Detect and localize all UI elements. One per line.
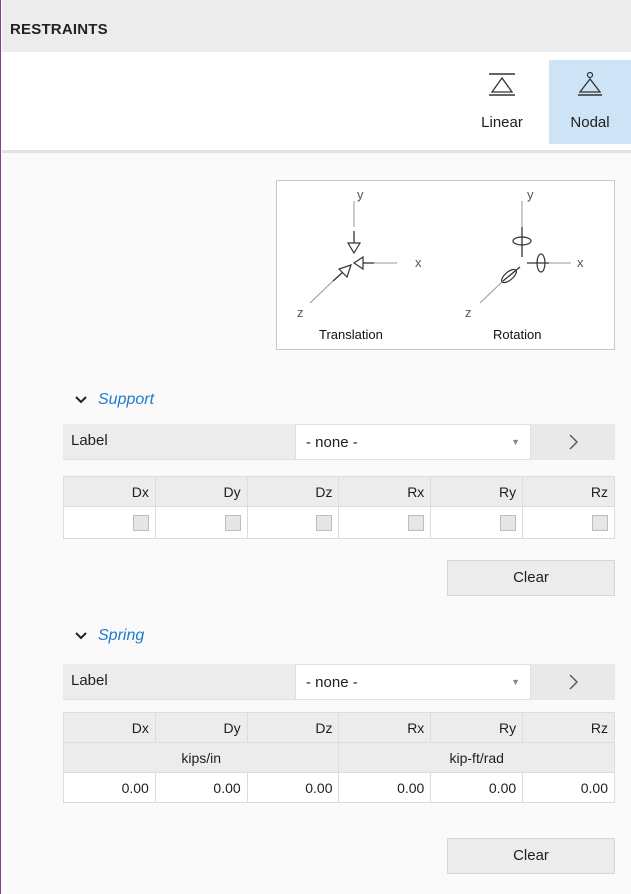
translation-z-axis-label: z — [297, 305, 304, 320]
linear-restraint-button[interactable]: Linear — [458, 60, 546, 144]
rotation-z-axis-label: z — [465, 305, 472, 320]
chevron-down-icon — [75, 632, 87, 640]
support-label-value: - none - — [306, 433, 358, 451]
spring-label-row: Label - none - ▼ — [63, 664, 615, 700]
restraints-panel: RESTRAINTS Linear Nodal y x z Translatio… — [0, 0, 631, 894]
translation-caption: Translation — [319, 327, 383, 342]
nodal-label: Nodal — [570, 114, 610, 131]
spring-label-caption: Label — [63, 664, 295, 700]
nodal-restraint-button[interactable]: Nodal — [549, 60, 631, 144]
spring-section-toggle[interactable]: Spring — [74, 627, 144, 645]
support-ry-checkbox[interactable] — [500, 515, 517, 532]
rotation-x-axis-label: x — [577, 255, 584, 270]
spring-rz-value[interactable]: 0.00 — [522, 772, 615, 803]
support-col-ry: Ry — [430, 476, 524, 507]
spring-col-ry: Ry — [430, 712, 524, 743]
support-restraint-table: Dx Dy Dz Rx Ry Rz — [63, 476, 615, 539]
support-col-dz: Dz — [246, 476, 340, 507]
support-dy-checkbox[interactable] — [224, 515, 241, 532]
linear-support-icon — [487, 60, 517, 108]
spring-col-rx: Rx — [338, 712, 432, 743]
spring-col-dy: Dy — [154, 712, 248, 743]
spring-stiffness-table: Dx Dy Dz Rx Ry Rz kips/in kip-ft/rad 0.0… — [62, 712, 615, 803]
spring-col-dx: Dx — [63, 712, 156, 743]
spring-label-next-button[interactable] — [531, 664, 615, 700]
support-col-dy: Dy — [154, 476, 248, 507]
spring-label-dropdown[interactable]: - none - ▼ — [295, 664, 531, 700]
nodal-support-icon — [575, 60, 605, 108]
restraint-legend: y x z Translation y x z Rotation — [276, 180, 615, 350]
translation-y-axis-label: y — [357, 187, 364, 202]
spring-dy-value[interactable]: 0.00 — [154, 772, 248, 803]
support-label-next-button[interactable] — [531, 424, 615, 460]
spring-section-title: Spring — [98, 627, 145, 644]
support-dz-checkbox[interactable] — [316, 515, 333, 532]
panel-title: RESTRAINTS — [10, 21, 108, 38]
translation-x-axis-label: x — [415, 255, 422, 270]
support-label-caption: Label — [63, 424, 295, 460]
dropdown-arrow-icon: ▼ — [511, 437, 520, 447]
spring-rotational-units: kip-ft/rad — [338, 742, 615, 773]
spring-dz-value[interactable]: 0.00 — [246, 772, 340, 803]
spring-rx-value[interactable]: 0.00 — [338, 772, 432, 803]
support-col-dx: Dx — [63, 476, 156, 507]
spring-col-dz: Dz — [246, 712, 340, 743]
translation-rotation-diagram — [309, 201, 571, 304]
chevron-right-icon — [569, 434, 578, 450]
support-label-dropdown[interactable]: - none - ▼ — [295, 424, 531, 460]
support-label-row: Label - none - ▼ — [63, 424, 615, 460]
rotation-caption: Rotation — [493, 327, 542, 342]
linear-label: Linear — [481, 114, 523, 131]
support-section-title: Support — [98, 391, 155, 408]
spring-label-value: - none - — [306, 673, 358, 691]
spring-col-rz: Rz — [522, 712, 615, 743]
support-col-rz: Rz — [522, 476, 615, 507]
restraint-type-toolbar: Linear Nodal — [2, 52, 631, 150]
spring-clear-button[interactable]: Clear — [447, 838, 615, 874]
support-dx-checkbox[interactable] — [132, 515, 149, 532]
support-clear-button[interactable]: Clear — [447, 560, 615, 596]
spring-translational-units: kips/in — [62, 742, 340, 773]
support-col-rx: Rx — [338, 476, 432, 507]
chevron-down-icon — [75, 396, 87, 404]
rotation-y-axis-label: y — [527, 187, 534, 202]
support-rz-checkbox[interactable] — [592, 515, 608, 532]
spring-dx-value[interactable]: 0.00 — [63, 772, 156, 803]
spring-ry-value[interactable]: 0.00 — [430, 772, 524, 803]
support-section-toggle[interactable]: Support — [74, 391, 154, 409]
panel-header: RESTRAINTS — [2, 0, 631, 52]
support-rx-checkbox[interactable] — [408, 515, 425, 532]
chevron-right-icon — [569, 674, 578, 690]
dropdown-arrow-icon: ▼ — [511, 677, 520, 687]
